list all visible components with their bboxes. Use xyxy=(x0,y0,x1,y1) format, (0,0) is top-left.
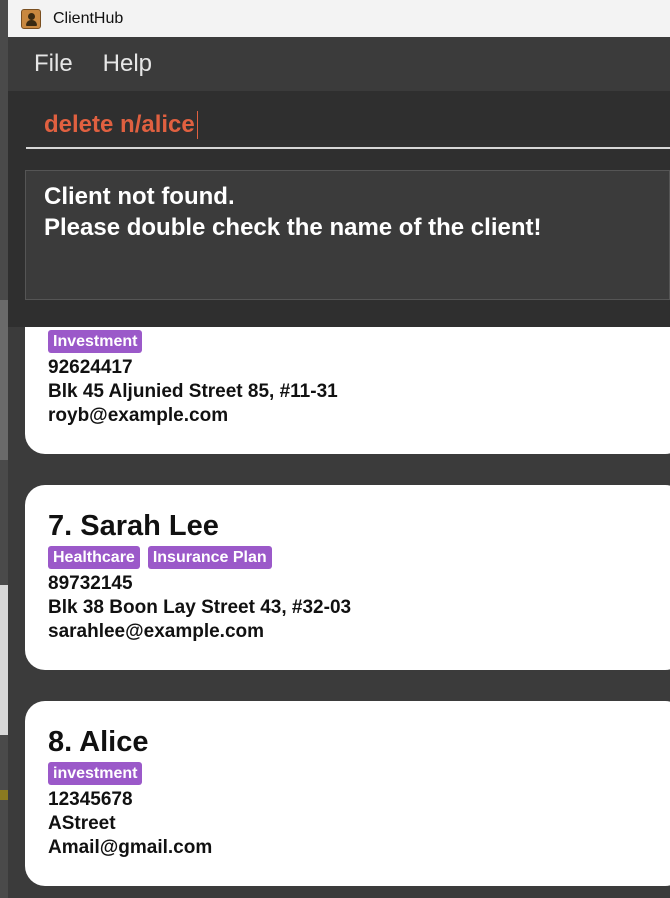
tag-badge: investment xyxy=(48,762,143,785)
client-list[interactable]: Investment 92624417 Blk 45 Aljunied Stre… xyxy=(8,327,670,898)
title-bar[interactable]: ClientHub xyxy=(8,0,670,37)
client-card[interactable]: 7. Sarah Lee Healthcare Insurance Plan 8… xyxy=(25,485,670,670)
window-title: ClientHub xyxy=(53,9,124,27)
menu-help[interactable]: Help xyxy=(101,50,154,78)
client-card[interactable]: Investment 92624417 Blk 45 Aljunied Stre… xyxy=(25,327,670,454)
background-segment xyxy=(0,300,8,460)
command-text: delete n/alice xyxy=(44,111,195,138)
background-window-edge xyxy=(0,0,8,898)
result-line: Please double check the name of the clie… xyxy=(44,214,542,241)
client-address: Blk 45 Aljunied Street 85, #11-31 xyxy=(48,381,338,402)
contact-book-icon xyxy=(21,8,41,29)
client-card[interactable]: 8. Alice investment 12345678 AStreet Ama… xyxy=(25,701,670,886)
tag-list: investment xyxy=(48,762,662,785)
client-address: AStreet xyxy=(48,813,116,834)
client-phone: 12345678 xyxy=(48,789,133,810)
command-area: delete n/alice xyxy=(8,91,670,161)
background-segment xyxy=(0,790,8,800)
result-line: Client not found. xyxy=(44,183,235,210)
client-name: 8. Alice xyxy=(48,726,149,758)
tag-badge: Investment xyxy=(48,330,143,353)
result-area: Client not found. Please double check th… xyxy=(8,161,670,311)
client-email: royb@example.com xyxy=(48,405,229,426)
text-caret xyxy=(196,111,198,139)
menu-file[interactable]: File xyxy=(32,50,75,78)
menu-bar: File Help xyxy=(8,37,670,91)
result-display: Client not found. Please double check th… xyxy=(25,170,670,300)
tag-badge: Healthcare xyxy=(48,546,140,569)
client-email: Amail@gmail.com xyxy=(48,837,213,858)
background-segment xyxy=(0,585,8,735)
tag-badge: Insurance Plan xyxy=(147,546,272,569)
client-address: Blk 38 Boon Lay Street 43, #32-03 xyxy=(48,597,352,618)
client-phone: 92624417 xyxy=(48,357,133,378)
tag-list: Investment xyxy=(48,330,662,353)
tag-list: Healthcare Insurance Plan xyxy=(48,546,662,569)
command-input[interactable]: delete n/alice xyxy=(26,103,670,149)
client-name: 7. Sarah Lee xyxy=(48,510,219,542)
client-phone: 89732145 xyxy=(48,573,133,594)
client-email: sarahlee@example.com xyxy=(48,621,265,642)
